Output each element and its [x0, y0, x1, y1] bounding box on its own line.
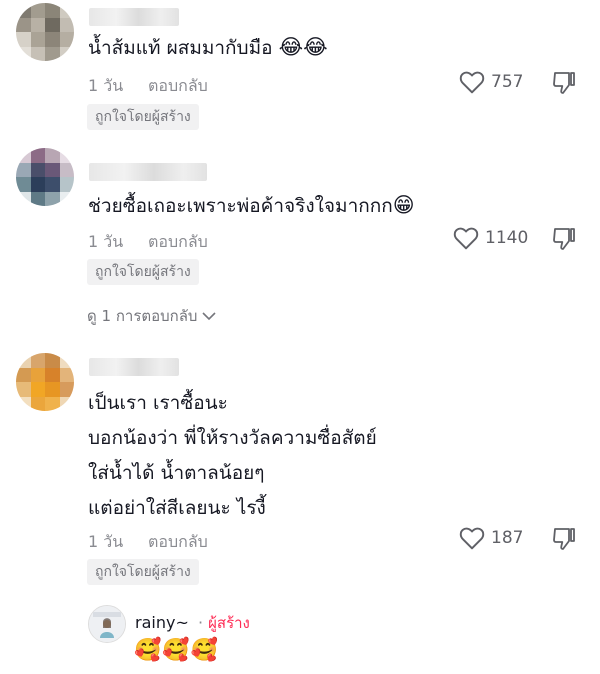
commenter-avatar[interactable] — [16, 353, 74, 411]
comment-text: น้ำส้มแท้ ผสมมากับมือ 😂😂 — [88, 30, 328, 66]
liked-by-creator-badge: ถูกใจโดยผู้สร้าง — [87, 559, 199, 585]
creator-reply-header: rainy~ · ผู้สร้าง — [135, 611, 250, 635]
comment-time: 1 วัน — [88, 76, 124, 95]
like-count: 187 — [491, 528, 524, 548]
heart-icon[interactable] — [459, 70, 485, 94]
dislike-icon[interactable] — [552, 226, 576, 252]
reply-button[interactable]: ตอบกลับ — [148, 530, 208, 555]
like-button[interactable]: 1140 — [453, 226, 528, 250]
creator-reply-text: 🥰🥰🥰 — [134, 638, 220, 663]
like-button[interactable]: 757 — [459, 70, 523, 94]
creator-username[interactable]: rainy~ — [135, 613, 189, 632]
commenter-username[interactable] — [89, 163, 207, 181]
creator-avatar[interactable] — [88, 605, 126, 643]
liked-by-creator-badge: ถูกใจโดยผู้สร้าง — [87, 104, 199, 130]
view-replies-label: ดู 1 การตอบกลับ — [87, 307, 198, 325]
reply-button[interactable]: ตอบกลับ — [148, 230, 208, 255]
comment-text: เป็นเรา เราซื้อนะ บอกน้องว่า พี่ให้รางวั… — [88, 392, 377, 519]
like-count: 1140 — [485, 228, 529, 248]
emoji: 😁 — [392, 193, 415, 217]
commenter-avatar[interactable] — [16, 148, 74, 206]
heart-icon[interactable] — [459, 526, 485, 550]
comment-time: 1 วัน — [88, 232, 124, 251]
creator-label: ผู้สร้าง — [208, 614, 250, 632]
view-replies-button[interactable]: ดู 1 การตอบกลับ — [87, 304, 217, 328]
heart-icon[interactable] — [453, 226, 479, 250]
comment-time: 1 วัน — [88, 532, 124, 551]
dislike-icon[interactable] — [552, 526, 576, 552]
commenter-avatar[interactable] — [16, 3, 74, 61]
emoji: 😂😂 — [278, 35, 328, 59]
like-count: 757 — [491, 72, 524, 92]
commenter-username[interactable] — [89, 8, 179, 26]
chevron-down-icon — [202, 312, 217, 321]
comment-text: ช่วยซื้อเถอะเพราะพ่อค้าจริงใจมากกก😁 — [88, 188, 415, 224]
reply-button[interactable]: ตอบกลับ — [148, 74, 208, 99]
like-button[interactable]: 187 — [459, 526, 523, 550]
dislike-icon[interactable] — [552, 70, 576, 96]
creator-avatar-image — [89, 606, 125, 642]
liked-by-creator-badge: ถูกใจโดยผู้สร้าง — [87, 259, 199, 285]
separator-dot: · — [197, 613, 204, 632]
commenter-username[interactable] — [89, 358, 179, 376]
